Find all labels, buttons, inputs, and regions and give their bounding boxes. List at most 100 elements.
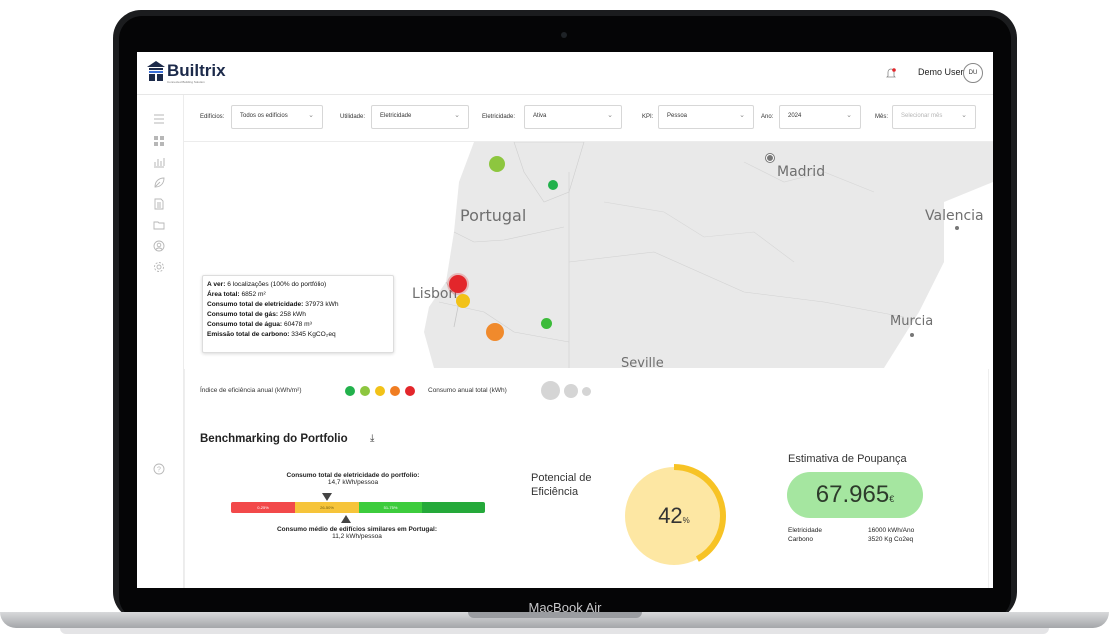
- app-screen: Builtrix Connected Building Solution Dem…: [137, 52, 993, 588]
- laptop-shadow: [60, 628, 1049, 634]
- filter-label-kpi: KPI:: [642, 114, 654, 120]
- benchmark-segment: 26-50%: [295, 502, 359, 513]
- murcia-marker: [910, 333, 914, 337]
- logo[interactable]: Builtrix: [147, 61, 226, 81]
- legend-dot: [375, 386, 385, 396]
- savings-amount-value: 67.965: [815, 481, 890, 508]
- year-select[interactable]: 2024 ⌄: [779, 105, 861, 129]
- logo-text: Builtrix: [167, 61, 226, 80]
- portfolio-consumption: Consumo total de eletricidade do portfol…: [224, 472, 482, 486]
- savings-amount: 67.965€: [787, 472, 923, 518]
- legend-dot: [390, 386, 400, 396]
- month-select[interactable]: Selecionar mês ⌄: [892, 105, 976, 129]
- valencia-marker: [955, 226, 959, 230]
- benchmark-segment: 51-75%: [359, 502, 422, 513]
- efficiency-unit: %: [682, 516, 690, 525]
- legend-size-medium: [564, 384, 578, 398]
- map-label-seville: Seville: [621, 356, 664, 368]
- legend-dot: [345, 386, 355, 396]
- divider: [184, 369, 185, 588]
- savings-row-value: 16000 kWh/Ano: [868, 527, 915, 534]
- utility-select-value: Eletricidade: [380, 113, 412, 119]
- benchmark-bar: 0-25% 26-50% 51-75%: [231, 502, 485, 513]
- logo-subtitle: Connected Building Solution: [167, 80, 205, 84]
- download-icon[interactable]: ⤓: [370, 433, 374, 444]
- benchmark-title: Benchmarking do Portfolio: [200, 433, 348, 445]
- chevron-down-icon: ⌄: [846, 112, 852, 119]
- similar-buildings-marker: [341, 515, 351, 523]
- portfolio-consumption-value: 14,7 kWh/pessoa: [327, 479, 379, 486]
- chevron-down-icon: ⌄: [308, 112, 314, 119]
- info-area: Área total: 6852 m²: [207, 291, 266, 298]
- map-marker[interactable]: [486, 323, 504, 341]
- savings-row-value: 3520 Kg Co2eq: [868, 536, 914, 543]
- efficiency-label: Potencial de Eficiência: [531, 471, 621, 499]
- settings-icon[interactable]: [153, 261, 165, 273]
- similar-consumption-label: Consumo médio de edifícios similares em …: [276, 526, 437, 533]
- document-icon[interactable]: [153, 198, 165, 210]
- buildings-select[interactable]: Todos os edifícios ⌄: [231, 105, 323, 129]
- chevron-down-icon: ⌄: [454, 112, 460, 119]
- info-viewing: A ver: 6 localizações (100% do portfólio…: [207, 281, 327, 288]
- similar-consumption: Consumo médio de edifícios similares em …: [232, 526, 482, 540]
- chart-icon[interactable]: [153, 156, 165, 168]
- map-info-box: A ver: 6 localizações (100% do portfólio…: [202, 275, 394, 353]
- electricity-select[interactable]: Ativa ⌄: [524, 105, 622, 129]
- utility-select[interactable]: Eletricidade ⌄: [371, 105, 469, 129]
- chevron-down-icon: ⌄: [607, 112, 613, 119]
- map-marker[interactable]: [456, 294, 470, 308]
- kpi-select[interactable]: Pessoa ⌄: [658, 105, 754, 129]
- electricity-select-value: Ativa: [533, 113, 547, 119]
- legend-efficiency-label: Índice de eficiência anual (kWh/m²): [200, 387, 302, 394]
- laptop-notch: [468, 612, 642, 618]
- menu-icon[interactable]: [153, 113, 165, 125]
- buildings-select-value: Todos os edifícios: [240, 113, 288, 119]
- legend-consumption-label: Consumo anual total (kWh): [428, 387, 507, 394]
- user-name[interactable]: Demo User: [918, 67, 964, 77]
- savings-row-label: Eletricidade: [788, 527, 822, 534]
- filter-label-electricity: Eletricidade:: [482, 114, 516, 120]
- logo-icon: [147, 61, 165, 81]
- map-marker[interactable]: [489, 156, 505, 172]
- map-label-murcia: Murcia: [890, 314, 934, 329]
- filter-label-buildings: Edifícios:: [200, 114, 225, 120]
- map[interactable]: Madrid Portugal Valencia Lisbon Murcia S…: [184, 142, 993, 368]
- info-gas: Consumo total de gás: 258 kWh: [207, 311, 306, 318]
- map-marker[interactable]: [449, 275, 467, 293]
- year-select-value: 2024: [788, 113, 802, 119]
- help-icon[interactable]: ?: [153, 463, 165, 475]
- map-label-valencia: Valencia: [925, 208, 984, 224]
- user-icon[interactable]: [153, 240, 165, 252]
- kpi-select-value: Pessoa: [667, 113, 688, 119]
- notification-bell-icon[interactable]: [885, 67, 897, 79]
- folder-icon[interactable]: [153, 219, 165, 231]
- benchmark-segment: 0-25%: [231, 502, 295, 513]
- efficiency-number: 42: [658, 503, 683, 528]
- map-label-portugal: Portugal: [460, 206, 527, 225]
- legend-size-small: [582, 387, 591, 396]
- portfolio-marker: [322, 493, 332, 501]
- divider: [988, 369, 989, 588]
- legend-size-large: [541, 381, 560, 400]
- top-bar: Builtrix Connected Building Solution Dem…: [137, 52, 993, 95]
- map-marker[interactable]: [541, 318, 552, 329]
- filter-bar: Edifícios: Todos os edifícios ⌄ Utilidade…: [184, 95, 993, 142]
- leaf-icon[interactable]: [153, 177, 165, 189]
- madrid-marker: [766, 154, 774, 162]
- map-marker[interactable]: [548, 180, 558, 190]
- filter-label-year: Ano:: [761, 114, 774, 120]
- savings-row-label: Carbono: [788, 536, 813, 543]
- info-carbon: Emissão total de carbono: 3345 KgCO₂eq: [207, 331, 336, 338]
- savings-title: Estimativa de Poupança: [788, 453, 907, 465]
- info-water: Consumo total de água: 60478 m³: [207, 321, 312, 328]
- map-label-madrid: Madrid: [777, 164, 826, 180]
- similar-consumption-value: 11,2 kWh/pessoa: [332, 533, 382, 540]
- camera-icon: [561, 32, 567, 38]
- benchmark-segment: [422, 502, 485, 513]
- efficiency-label-line2: Eficiência: [531, 486, 579, 498]
- efficiency-value: 42%: [621, 503, 727, 529]
- dashboard-icon[interactable]: [153, 135, 165, 147]
- avatar[interactable]: DU: [963, 63, 983, 83]
- savings-currency: €: [889, 494, 895, 504]
- chevron-down-icon: ⌄: [961, 112, 967, 119]
